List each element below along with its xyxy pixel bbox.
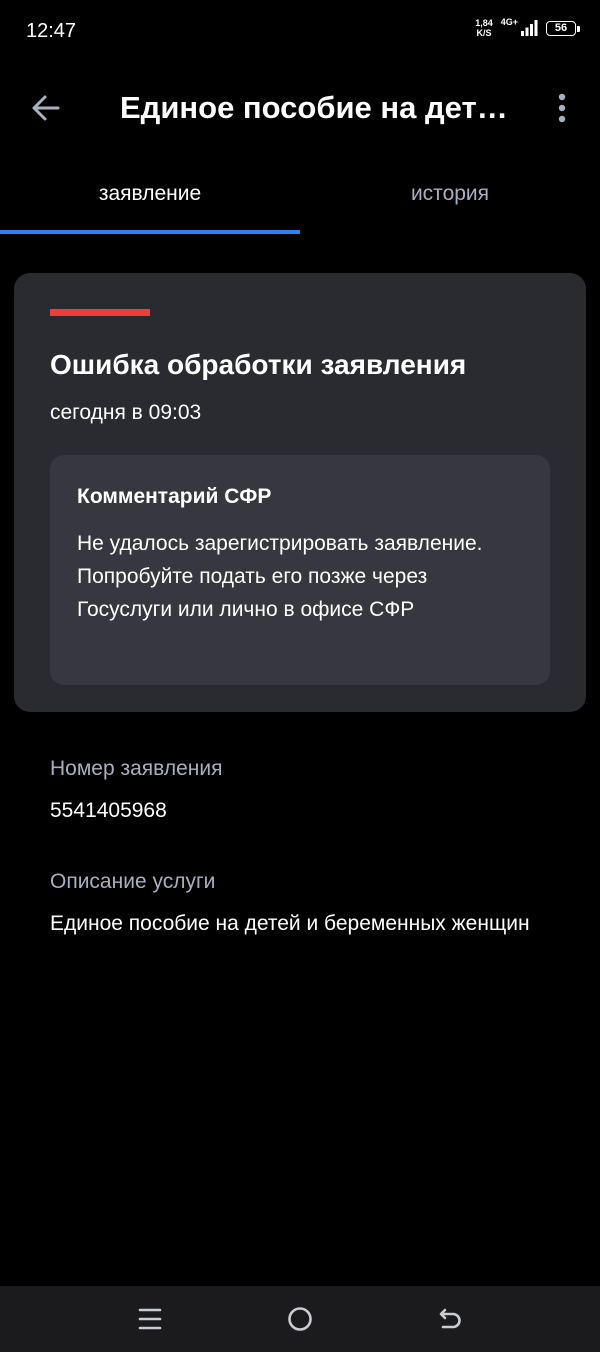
page-title: Единое пособие на детей и беременных жен… [120,90,512,125]
status-bar: 12:47 1,84 K/S 4G+ 56 [0,0,600,64]
app-bar: Единое пособие на детей и беременных жен… [0,64,600,152]
tab-history[interactable]: история [300,160,600,234]
network-speed-unit: K/S [476,28,492,38]
back-button[interactable] [22,84,70,132]
home-icon [288,1307,312,1331]
status-time: 12:47 [26,20,77,42]
more-vertical-icon [558,93,566,123]
status-title: Ошибка обработки заявления [50,349,467,380]
battery-icon: 56 [546,20,580,36]
status-icons: 1,84 K/S 4G+ 56 [475,17,580,38]
comment-box: Комментарий СФР Не удалось зарегистриров… [50,455,550,685]
signal-indicator: 4G+ [500,17,538,37]
application-number-label: Номер заявления [50,757,223,780]
back-icon [439,1308,461,1329]
network-speed: 1,84 K/S [475,18,493,38]
recent-apps-button[interactable] [125,1294,175,1344]
error-indicator [50,309,150,316]
signal-bars-icon [521,20,538,36]
application-number: 5541405968 [50,799,167,822]
system-nav-bar [0,1286,600,1352]
tab-application[interactable]: заявление [0,160,300,234]
tab-application-label: заявление [98,182,202,205]
comment-text: Не удалось зарегистрировать заявление. П… [77,532,483,621]
system-back-button[interactable] [425,1294,475,1344]
more-options-button[interactable] [538,84,586,132]
service-description: Единое пособие на детей и беременных жен… [50,912,530,935]
status-date: сегодня в 09:03 [50,401,202,424]
network-speed-value: 1,84 [475,18,493,28]
service-description-label: Описание услуги [50,870,216,893]
tab-bar: заявление история [0,160,600,234]
comment-title: Комментарий СФР [77,485,272,508]
home-button[interactable] [275,1294,325,1344]
menu-icon [138,1308,162,1330]
network-type: 4G+ [500,17,518,27]
active-tab-indicator [0,230,300,234]
status-card: Ошибка обработки заявления сегодня в 09:… [14,273,586,712]
arrow-left-icon [32,95,60,121]
battery-level: 56 [554,22,568,34]
tab-history-label: история [410,182,490,205]
